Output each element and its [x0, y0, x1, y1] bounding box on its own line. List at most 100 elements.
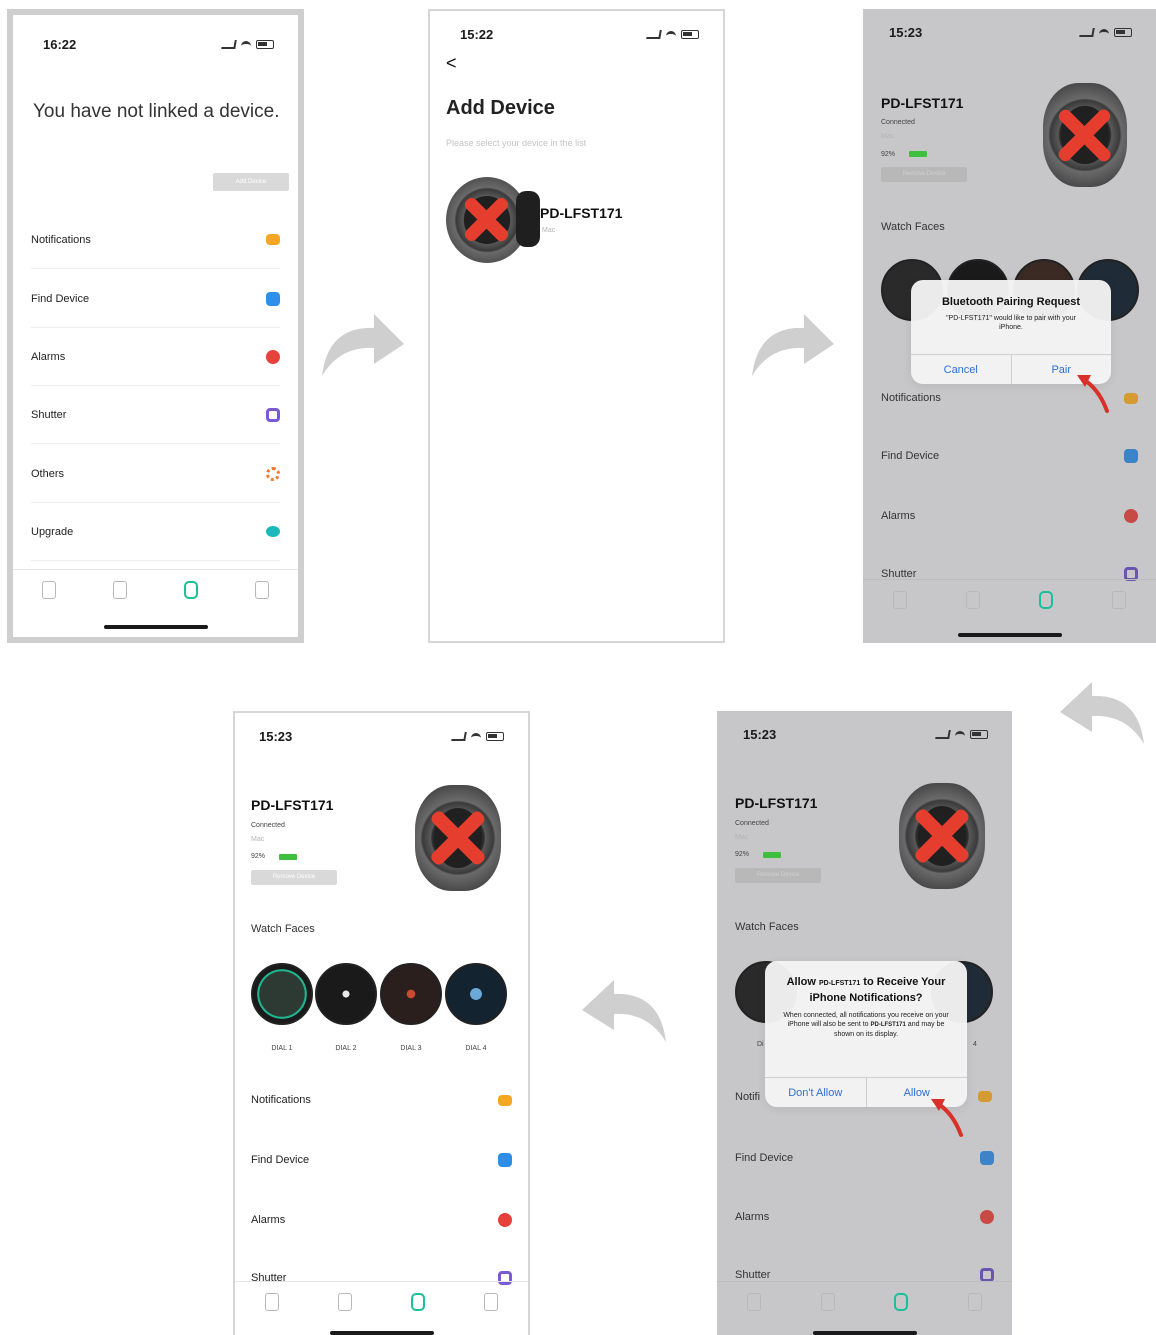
menu-label: Find Device	[735, 1152, 794, 1164]
remove-device-button[interactable]: Remove Device	[735, 868, 821, 883]
status-time: 15:22	[460, 27, 494, 42]
menu-item-find-device[interactable]: Find Device	[251, 1131, 512, 1189]
status-bar: 15:23	[235, 729, 528, 749]
status-bar: 15:23	[717, 727, 1012, 747]
tab-health[interactable]	[41, 580, 56, 599]
menu-label: Others	[31, 467, 65, 480]
remove-device-button[interactable]: Remove Device	[881, 167, 967, 182]
add-device-button[interactable]: Add Device	[213, 173, 289, 191]
watch-image	[446, 177, 540, 263]
tab-device[interactable]	[894, 1292, 909, 1311]
status-time: 15:23	[743, 727, 777, 742]
tab-profile[interactable]	[1112, 590, 1127, 609]
battery-icon	[681, 30, 699, 39]
tab-sport[interactable]	[337, 1292, 352, 1311]
menu-label: Shutter	[735, 1269, 771, 1281]
menu-label: Notifications	[31, 233, 91, 246]
wifi-icon	[471, 732, 481, 741]
wifi-icon	[955, 730, 965, 739]
status-time: 15:23	[259, 729, 293, 744]
menu-label: Alarms	[251, 1214, 286, 1226]
connection-status: Connected	[251, 822, 285, 829]
battery-percent: 92%	[251, 853, 266, 860]
tab-health[interactable]	[746, 1292, 761, 1311]
menu-item-notifications[interactable]: Notifications	[251, 1071, 512, 1129]
alarm-icon	[980, 1210, 994, 1224]
tab-sport[interactable]	[112, 580, 127, 599]
tab-profile[interactable]	[484, 1292, 499, 1311]
menu-label: Find Device	[251, 1154, 310, 1166]
alert-message-device: PD-LFST171	[870, 1022, 906, 1028]
signal-icon	[221, 40, 237, 49]
menu-label: Find Device	[881, 450, 940, 462]
find-device-icon	[980, 1151, 994, 1165]
tab-device[interactable]	[411, 1292, 426, 1311]
pointer-arrow-icon	[931, 1099, 963, 1137]
status-bar: 15:22	[430, 27, 723, 47]
tab-profile[interactable]	[968, 1292, 983, 1311]
device-name: PD-LFST171	[735, 795, 818, 811]
signal-icon	[1079, 28, 1095, 37]
connection-status: Connected	[735, 820, 769, 827]
dial-3[interactable]	[380, 963, 442, 1025]
device-mac: Mac	[542, 227, 556, 234]
back-button[interactable]: <	[446, 53, 457, 74]
camera-icon	[266, 407, 280, 422]
menu-item-alarms[interactable]: Alarms	[251, 1191, 512, 1249]
menu-item-find-device[interactable]: Find Device	[31, 270, 280, 328]
page-subtitle: Please select your device in the list	[446, 138, 587, 148]
alert-message: "PD-LFST171" would like to pair with you…	[946, 315, 1076, 331]
menu-label: Shutter	[31, 408, 67, 421]
status-icons	[935, 730, 988, 739]
menu-item-alarms[interactable]: Alarms	[735, 1188, 994, 1246]
wifi-icon	[666, 30, 676, 39]
dont-allow-button[interactable]: Don't Allow	[765, 1078, 866, 1107]
tab-device[interactable]	[184, 580, 199, 599]
status-bar: 16:22	[13, 37, 298, 57]
no-device-headline: You have not linked a device.	[33, 101, 280, 122]
watch-image	[1043, 83, 1127, 187]
device-list-item[interactable]: PD-LFST171 Mac	[440, 167, 710, 277]
camera-icon	[980, 1268, 994, 1282]
device-mac: Mac	[735, 834, 749, 841]
dial-2[interactable]	[315, 963, 377, 1025]
menu-item-notifications[interactable]: Notifications	[31, 211, 280, 269]
dial-1[interactable]	[251, 963, 313, 1025]
dial-label: DIAL 3	[400, 1045, 422, 1052]
menu-item-shutter[interactable]: Shutter	[31, 386, 280, 444]
menu-item-alarms[interactable]: Alarms	[31, 328, 280, 386]
tab-health[interactable]	[892, 590, 907, 609]
menu-item-others[interactable]: Others	[31, 445, 280, 503]
tab-sport[interactable]	[965, 590, 980, 609]
tab-device[interactable]	[1039, 590, 1054, 609]
dial-4[interactable]	[445, 963, 507, 1025]
watch-faces-title: Watch Faces	[251, 923, 315, 935]
menu-label: Upgrade	[31, 525, 74, 538]
menu-item-alarms[interactable]: Alarms	[881, 487, 1138, 545]
tab-sport[interactable]	[820, 1292, 835, 1311]
device-name: PD-LFST171	[251, 797, 334, 813]
battery-percent: 92%	[881, 151, 896, 158]
status-icons	[221, 40, 274, 49]
signal-icon	[646, 30, 662, 39]
tab-health[interactable]	[264, 1292, 279, 1311]
alarm-icon	[498, 1213, 512, 1227]
notification-permission-alert: Allow PD-LFST171 to Receive Your iPhone …	[765, 961, 967, 1107]
cancel-button[interactable]: Cancel	[911, 355, 1011, 384]
screen-device-connected: 15:23 PD-LFST171 Connected Mac 92% Remov…	[233, 711, 530, 1335]
dial-label-fragment: Di	[757, 1041, 764, 1048]
alert-title-prefix: Allow	[786, 976, 816, 988]
menu-label: Find Device	[31, 292, 90, 305]
device-mac: Mac	[251, 836, 265, 843]
find-device-icon	[1124, 449, 1138, 463]
battery-percent: 92%	[735, 851, 750, 858]
menu-item-find-device[interactable]: Find Device	[881, 427, 1138, 485]
alert-title: Bluetooth Pairing Request	[941, 296, 1081, 308]
menu-label: Alarms	[735, 1211, 770, 1223]
menu-item-upgrade[interactable]: Upgrade	[31, 503, 280, 561]
tab-profile[interactable]	[255, 580, 270, 599]
flow-arrow-icon	[322, 314, 404, 376]
alert-message: When connected, all notifications you re…	[777, 1011, 955, 1039]
message-icon	[498, 1094, 512, 1106]
remove-device-button[interactable]: Remove Device	[251, 870, 337, 885]
